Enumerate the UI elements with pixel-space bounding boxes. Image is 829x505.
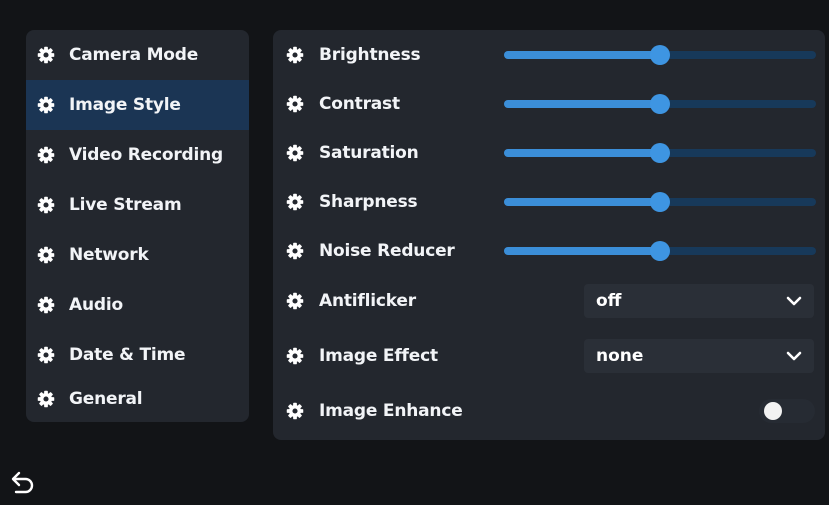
contrast-row: Contrast xyxy=(273,79,825,129)
brightness-slider[interactable] xyxy=(504,45,816,65)
slider-fill xyxy=(504,198,660,206)
toggle-thumb xyxy=(764,402,782,420)
image-enhance-label: Image Enhance xyxy=(319,401,463,421)
saturation-label: Saturation xyxy=(319,143,419,163)
slider-knob[interactable] xyxy=(650,241,670,261)
gear-icon xyxy=(37,46,55,64)
sidebar-item-audio[interactable]: Audio xyxy=(26,280,249,330)
slider-knob[interactable] xyxy=(650,45,670,65)
noise-reducer-slider[interactable] xyxy=(504,241,816,261)
sidebar-item-label: Camera Mode xyxy=(69,45,199,65)
image-style-panel: Brightness Contrast Saturation Sharpness xyxy=(273,30,825,440)
slider-knob[interactable] xyxy=(650,94,670,114)
antiflicker-value: off xyxy=(596,291,622,311)
settings-sidebar: Camera Mode Image Style Video Recording … xyxy=(26,30,249,422)
gear-icon xyxy=(37,246,55,264)
contrast-label: Contrast xyxy=(319,94,400,114)
contrast-slider[interactable] xyxy=(504,94,816,114)
gear-icon xyxy=(286,347,304,365)
gear-icon xyxy=(37,196,55,214)
saturation-row: Saturation xyxy=(273,128,825,178)
gear-icon xyxy=(286,292,304,310)
slider-fill xyxy=(504,100,660,108)
sharpness-row: Sharpness xyxy=(273,177,825,227)
sidebar-item-label: Video Recording xyxy=(69,145,224,165)
gear-icon xyxy=(37,96,55,114)
chevron-down-icon xyxy=(786,351,802,361)
image-effect-dropdown[interactable]: none xyxy=(584,339,814,373)
sidebar-item-label: Network xyxy=(69,245,149,265)
sidebar-item-label: Live Stream xyxy=(69,195,182,215)
gear-icon xyxy=(37,390,55,408)
antiflicker-label: Antiflicker xyxy=(319,291,416,311)
sidebar-item-label: Date & Time xyxy=(69,345,186,365)
noise-reducer-row: Noise Reducer xyxy=(273,226,825,276)
sidebar-item-label: Audio xyxy=(69,295,123,315)
sidebar-item-label: Image Style xyxy=(69,95,181,115)
image-enhance-toggle[interactable] xyxy=(759,399,815,423)
slider-knob[interactable] xyxy=(650,192,670,212)
sharpness-label: Sharpness xyxy=(319,192,418,212)
sidebar-item-date-time[interactable]: Date & Time xyxy=(26,330,249,380)
gear-icon xyxy=(37,146,55,164)
image-enhance-row: Image Enhance xyxy=(273,386,825,436)
sidebar-item-live-stream[interactable]: Live Stream xyxy=(26,180,249,230)
image-effect-row: Image Effect none xyxy=(273,331,825,381)
brightness-label: Brightness xyxy=(319,45,421,65)
gear-icon xyxy=(37,346,55,364)
gear-icon xyxy=(286,402,304,420)
brightness-row: Brightness xyxy=(273,30,825,80)
antiflicker-row: Antiflicker off xyxy=(273,276,825,326)
slider-knob[interactable] xyxy=(650,143,670,163)
gear-icon xyxy=(286,144,304,162)
sidebar-item-video-recording[interactable]: Video Recording xyxy=(26,130,249,180)
back-arrow-icon[interactable] xyxy=(10,469,36,495)
gear-icon xyxy=(37,296,55,314)
sharpness-slider[interactable] xyxy=(504,192,816,212)
slider-fill xyxy=(504,149,660,157)
sidebar-item-image-style[interactable]: Image Style xyxy=(26,80,249,130)
image-effect-label: Image Effect xyxy=(319,346,438,366)
gear-icon xyxy=(286,242,304,260)
antiflicker-dropdown[interactable]: off xyxy=(584,284,814,318)
sidebar-item-network[interactable]: Network xyxy=(26,230,249,280)
sidebar-item-camera-mode[interactable]: Camera Mode xyxy=(26,30,249,80)
slider-fill xyxy=(504,51,660,59)
image-effect-value: none xyxy=(596,346,644,366)
gear-icon xyxy=(286,193,304,211)
sidebar-item-label: General xyxy=(69,389,143,409)
saturation-slider[interactable] xyxy=(504,143,816,163)
sidebar-item-general[interactable]: General xyxy=(26,374,249,422)
slider-fill xyxy=(504,247,660,255)
gear-icon xyxy=(286,95,304,113)
chevron-down-icon xyxy=(786,296,802,306)
gear-icon xyxy=(286,46,304,64)
noise-reducer-label: Noise Reducer xyxy=(319,241,455,261)
